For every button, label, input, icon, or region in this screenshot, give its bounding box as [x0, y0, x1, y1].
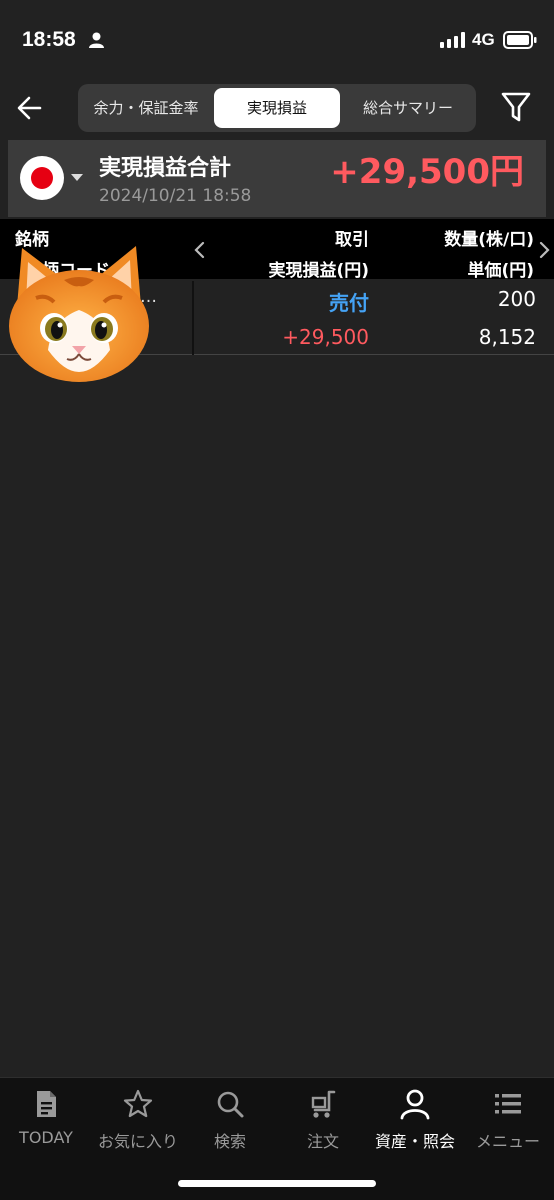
japan-flag-icon[interactable]: [20, 156, 64, 200]
person-status-icon: [89, 32, 104, 48]
header: 余力・保証金率 実現損益 総合サマリー: [0, 80, 554, 138]
chevron-right-icon[interactable]: [539, 241, 551, 259]
cart-icon: [311, 1090, 336, 1118]
status-bar: 18:58 4G: [0, 0, 554, 80]
status-time: 18:58: [22, 28, 76, 51]
tab-realized-pnl[interactable]: 実現損益: [214, 88, 340, 128]
header-trade: 取引: [335, 230, 369, 250]
nav-assets[interactable]: 資産・照会: [369, 1078, 461, 1158]
nav-label: メニュー: [475, 1132, 540, 1151]
battery-icon: [503, 31, 537, 49]
signal-icon: [440, 32, 465, 48]
cat-sticker-image: [9, 246, 149, 382]
summary-datetime: 2024/10/21 18:58: [99, 186, 252, 206]
caret-down-icon[interactable]: [71, 174, 83, 181]
home-indicator[interactable]: [178, 1180, 376, 1187]
nav-order[interactable]: 注文: [277, 1078, 369, 1158]
nav-label: 注文: [306, 1132, 339, 1151]
nav-label: 検索: [213, 1132, 246, 1151]
menu-icon: [495, 1094, 521, 1114]
header-price: 単価(円): [467, 261, 534, 281]
search-icon: [217, 1091, 244, 1118]
nav-label: お気に入り: [97, 1132, 178, 1151]
tab-bar: 余力・保証金率 実現損益 総合サマリー: [78, 84, 476, 132]
summary-total: +29,500円: [330, 152, 524, 192]
trade-type: 売付: [329, 291, 369, 315]
nav-label: TODAY: [19, 1128, 73, 1147]
tab-margin[interactable]: 余力・保証金率: [82, 88, 210, 128]
realized-pnl: +29,500: [282, 325, 369, 349]
header-pnl: 実現損益(円): [268, 261, 369, 281]
quantity: 200: [497, 287, 536, 311]
pnl-summary: 実現損益合計 2024/10/21 18:58 +29,500円: [8, 140, 546, 217]
chevron-left-icon[interactable]: [193, 241, 205, 259]
nav-today[interactable]: TODAY: [0, 1078, 92, 1158]
tab-summary[interactable]: 総合サマリー: [344, 88, 472, 128]
nav-menu[interactable]: メニュー: [462, 1078, 554, 1158]
column-divider: [192, 281, 194, 355]
star-icon: [123, 1089, 153, 1118]
back-arrow-icon[interactable]: [14, 92, 46, 124]
person-icon: [400, 1089, 430, 1120]
summary-title: 実現損益合計: [99, 156, 232, 181]
network-label: 4G: [472, 30, 495, 49]
document-icon: [37, 1091, 56, 1117]
filter-icon[interactable]: [500, 90, 532, 124]
unit-price: 8,152: [478, 325, 536, 349]
nav-label: 資産・照会: [374, 1132, 455, 1151]
header-qty: 数量(株/口): [444, 230, 534, 250]
nav-favorites[interactable]: お気に入り: [92, 1078, 184, 1158]
nav-search[interactable]: 検索: [184, 1078, 276, 1158]
